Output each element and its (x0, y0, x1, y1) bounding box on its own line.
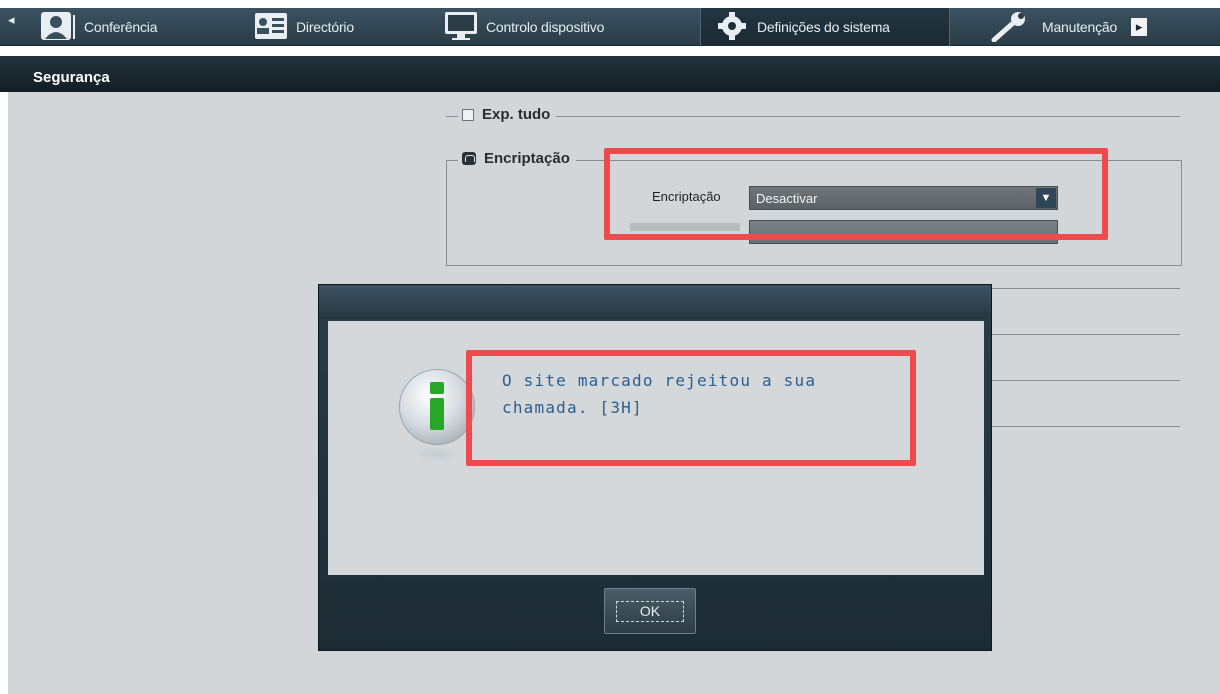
tab-manutencao[interactable]: Manutenção ▸ (990, 8, 1148, 46)
dialog-titlebar (319, 285, 991, 319)
tab-label: Manutenção (1042, 19, 1118, 35)
highlight-box-encryption (604, 148, 1108, 240)
info-dialog: O site marcado rejeitou a sua chamada. [… (318, 284, 992, 651)
tab-label: Directório (296, 19, 354, 35)
highlight-box-message (466, 350, 916, 466)
tab-definicoes-do-sistema[interactable]: Definições do sistema (700, 8, 950, 46)
tab-controlo-dispositivo[interactable]: Controlo dispositivo (444, 8, 604, 46)
monitor-icon (444, 11, 478, 44)
encryption-legend: Encriptação (458, 150, 576, 167)
tab-directorio[interactable]: Directório (254, 8, 354, 46)
top-strip (0, 0, 1220, 8)
tab-label: Conferência (84, 19, 158, 35)
export-all-checkbox[interactable] (462, 108, 474, 121)
export-all-legend: Exp. tudo (458, 106, 557, 123)
tab-label: Controlo dispositivo (486, 19, 605, 35)
scroll-right-icon[interactable]: ▸ (1131, 18, 1148, 36)
info-icon-reflection (413, 447, 461, 461)
scroll-left-icon[interactable]: ◂ (8, 12, 18, 27)
tab-label: Definições do sistema (757, 19, 890, 35)
ok-button-label: OK (616, 601, 684, 622)
gear-icon (715, 11, 749, 44)
separator-line (990, 380, 1180, 381)
person-icon (40, 11, 76, 44)
section-header: Segurança (0, 56, 1220, 92)
wrench-icon (990, 10, 1034, 45)
encryption-group-label: Encriptação (484, 150, 570, 167)
separator-line (990, 426, 1180, 427)
tab-conferencia[interactable]: Conferência (40, 8, 157, 46)
ok-button[interactable]: OK (604, 588, 696, 634)
export-all-label: Exp. tudo (482, 106, 551, 123)
info-icon (399, 369, 475, 445)
separator-line (990, 334, 1180, 335)
top-navigation: ◂ Conferência Directório Controlo dispos… (0, 0, 1220, 46)
lock-icon (462, 152, 476, 165)
directory-card-icon (254, 12, 288, 43)
section-title: Segurança (33, 69, 110, 86)
